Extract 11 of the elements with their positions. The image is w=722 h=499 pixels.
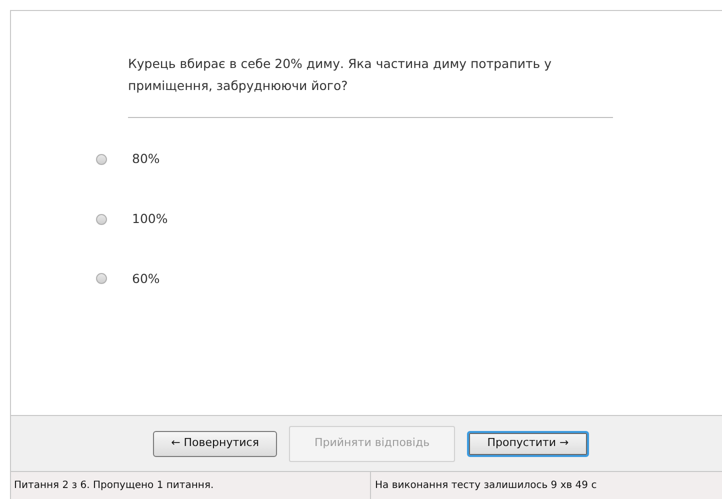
timer-text: На виконання тесту залишилось 9 хв 49 с xyxy=(375,479,597,493)
radio-button[interactable] xyxy=(96,154,107,165)
radio-button[interactable] xyxy=(96,214,107,225)
status-text: Питання 2 з 6. Пропущено 1 питання. xyxy=(14,479,214,493)
button[interactable]: ← Повернутися xyxy=(153,430,277,456)
option-label: 100% xyxy=(132,210,168,228)
button[interactable]: Пропустити → xyxy=(467,430,589,456)
option-label: 80% xyxy=(132,150,160,168)
question-text: Курець вбирає в себе 20% диму. Яка частина диму потрапить у приміщення, забруднюючи його? xyxy=(128,55,553,95)
option-label: 60% xyxy=(132,270,160,288)
radio-button[interactable] xyxy=(96,273,107,284)
